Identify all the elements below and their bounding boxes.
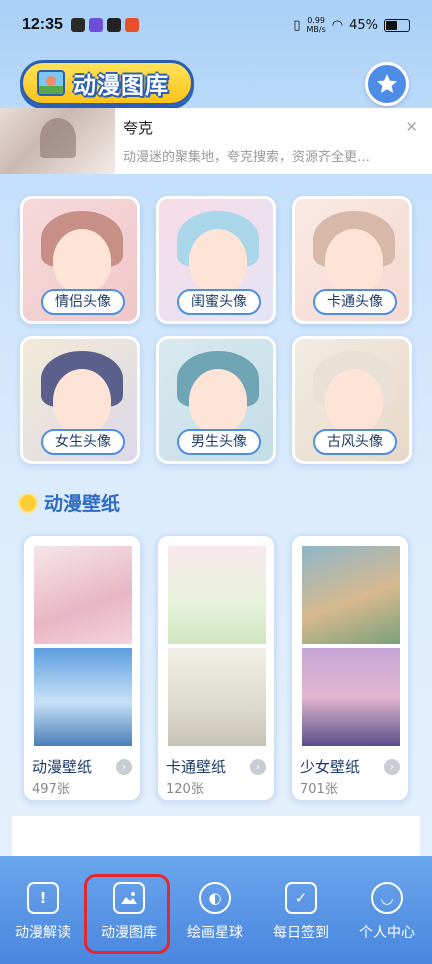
app-icon xyxy=(106,18,121,32)
wallpaper-thumb xyxy=(168,546,266,644)
wallpaper-thumb xyxy=(168,648,266,746)
wallpaper-count: 120张 xyxy=(166,782,204,797)
wallpaper-card-cartoon[interactable]: 卡通壁纸 120张 › xyxy=(156,534,276,802)
info-icon: ! xyxy=(27,882,59,914)
profile-icon: ◡ xyxy=(371,882,403,914)
wallpaper-card-girl[interactable]: 少女壁纸 701张 › xyxy=(290,534,410,802)
nav-item-checkin[interactable]: ✓ 每日签到 xyxy=(258,856,344,964)
nav-label: 绘画星球 xyxy=(187,925,243,941)
section-title-wallpapers: 动漫壁纸 xyxy=(20,489,120,516)
wallpaper-count: 701张 xyxy=(300,782,338,797)
nav-item-interpret[interactable]: ! 动漫解读 xyxy=(0,856,86,964)
battery-text: 45% xyxy=(349,17,378,33)
picture-icon xyxy=(37,70,65,96)
wallpaper-thumb xyxy=(34,648,132,746)
avatar-label: 闺蜜头像 xyxy=(177,289,261,315)
nav-label: 动漫解读 xyxy=(15,925,71,941)
notification-icons xyxy=(70,18,139,32)
wallpaper-name: 卡通壁纸 xyxy=(166,758,227,776)
status-bar: 12:35 ▯ 0.99 MB/s ◠ 45% xyxy=(0,0,432,50)
vibrate-icon: ▯ xyxy=(293,17,301,33)
chevron-right-icon: › xyxy=(250,759,266,775)
nav-item-profile[interactable]: ◡ 个人中心 xyxy=(344,856,430,964)
avatar-card-boy[interactable]: 男生头像 xyxy=(156,336,276,464)
app-icon xyxy=(88,18,103,32)
wallpaper-thumb xyxy=(302,648,400,746)
ad-image xyxy=(0,108,115,174)
nav-label: 每日签到 xyxy=(273,925,329,941)
ad-title: 夸克 xyxy=(123,119,154,137)
page-title-badge: 动漫图库 xyxy=(20,60,194,106)
content-footer xyxy=(12,816,420,856)
app-icon xyxy=(70,18,85,32)
wallpaper-card-anime[interactable]: 动漫壁纸 497张 › xyxy=(22,534,142,802)
avatar-label: 女生头像 xyxy=(41,429,125,455)
star-icon xyxy=(377,74,397,93)
wallpaper-count: 497张 xyxy=(32,782,70,797)
avatar-card-ancient[interactable]: 古风头像 xyxy=(292,336,412,464)
status-time: 12:35 xyxy=(22,16,63,33)
close-icon[interactable]: ✕ xyxy=(405,118,418,136)
ad-description: 动漫迷的聚集地，夸克搜索，资源齐全更… xyxy=(123,150,371,165)
planet-icon: ◐ xyxy=(199,882,231,914)
nav-item-painting[interactable]: ◐ 绘画星球 xyxy=(172,856,258,964)
avatar-label: 古风头像 xyxy=(313,429,397,455)
chevron-right-icon: › xyxy=(116,759,132,775)
page-title: 动漫图库 xyxy=(73,73,169,99)
bottom-nav: ! 动漫解读 动漫图库 ◐ 绘画星球 ✓ 每日签到 ◡ 个人中心 xyxy=(0,856,432,964)
avatar-card-couple[interactable]: 情侣头像 xyxy=(20,196,140,324)
avatar-label: 卡通头像 xyxy=(313,289,397,315)
avatar-card-girl[interactable]: 女生头像 xyxy=(20,336,140,464)
avatar-card-cartoon[interactable]: 卡通头像 xyxy=(292,196,412,324)
flower-icon xyxy=(20,494,36,511)
ad-banner[interactable]: 夸克 动漫迷的聚集地，夸克搜索，资源齐全更… ✕ xyxy=(0,108,432,174)
chevron-right-icon: › xyxy=(384,759,400,775)
app-icon xyxy=(124,18,139,32)
selection-highlight xyxy=(84,874,170,954)
checkin-icon: ✓ xyxy=(285,882,317,914)
wallpaper-name: 动漫壁纸 xyxy=(32,758,93,776)
wallpaper-thumb xyxy=(302,546,400,644)
avatar-label: 男生头像 xyxy=(177,429,261,455)
wifi-icon: ◠ xyxy=(331,17,344,33)
net-speed: 0.99 MB/s xyxy=(306,16,326,34)
nav-label: 个人中心 xyxy=(359,925,415,941)
battery-icon xyxy=(384,18,410,32)
wallpaper-name: 少女壁纸 xyxy=(300,758,361,776)
wallpaper-thumb xyxy=(34,546,132,644)
favorites-button[interactable] xyxy=(365,62,409,106)
avatar-label: 情侣头像 xyxy=(41,289,125,315)
avatar-card-bestie[interactable]: 闺蜜头像 xyxy=(156,196,276,324)
status-right: ▯ 0.99 MB/s ◠ 45% xyxy=(293,16,410,34)
